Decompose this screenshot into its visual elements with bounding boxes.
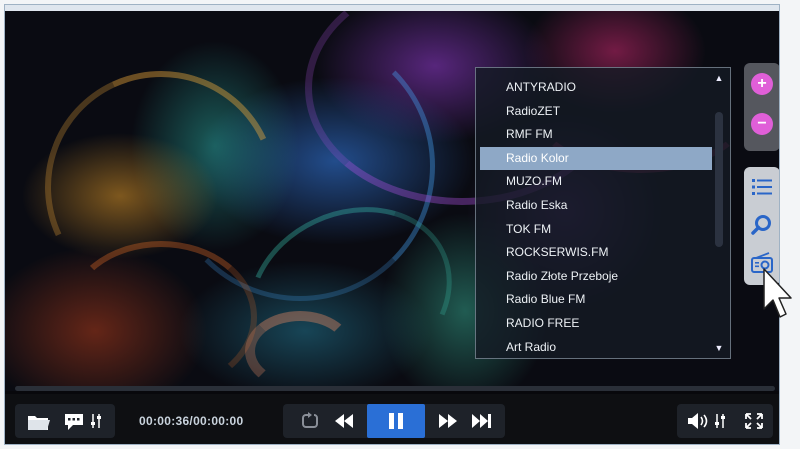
search-icon[interactable] [750, 213, 774, 237]
control-bar: 00:00:36/00:00:00 [5, 394, 779, 444]
zoom-controls: + − [744, 63, 779, 151]
scroll-down-arrow-icon[interactable]: ▼ [712, 342, 726, 354]
pause-button[interactable] [367, 404, 425, 438]
station-list: ANTYRADIO RadioZET RMF FM Radio Kolor MUZO.F… [480, 76, 712, 359]
repeat-icon[interactable] [295, 404, 325, 438]
volume-icon[interactable] [683, 404, 713, 438]
station-item[interactable]: Art Radio [480, 336, 712, 360]
station-item[interactable]: Radio Blue FM [480, 288, 712, 312]
time-display: 00:00:36/00:00:00 [139, 414, 244, 428]
equalizer-icon[interactable] [711, 404, 731, 438]
station-item[interactable]: MUZO.FM [480, 170, 712, 194]
fullscreen-icon[interactable] [739, 404, 769, 438]
station-item[interactable]: ANTYRADIO [480, 76, 712, 100]
seek-bar[interactable] [15, 386, 775, 391]
fast-forward-icon[interactable] [433, 404, 463, 438]
station-item[interactable]: RADIO FREE [480, 312, 712, 336]
open-folder-icon[interactable] [23, 404, 53, 438]
station-item[interactable]: RMF FM [480, 123, 712, 147]
station-list-scrollbar[interactable]: ▲ ▼ [712, 72, 726, 354]
station-item[interactable]: ROCKSERWIS.FM [480, 241, 712, 265]
next-track-icon[interactable] [467, 404, 497, 438]
rewind-icon[interactable] [329, 404, 359, 438]
station-item[interactable]: Radio Eska [480, 194, 712, 218]
left-controls [15, 404, 115, 438]
station-item[interactable]: RadioZET [480, 100, 712, 124]
player-window: ANTYRADIO RadioZET RMF FM Radio Kolor MUZO.F… [4, 4, 780, 445]
scroll-up-arrow-icon[interactable]: ▲ [712, 72, 726, 84]
station-item[interactable]: TOK FM [480, 218, 712, 242]
subtitles-icon[interactable] [59, 404, 89, 438]
station-list-panel: ANTYRADIO RadioZET RMF FM Radio Kolor MUZO.F… [475, 67, 731, 359]
right-controls [677, 404, 773, 438]
side-toolbar: + − [744, 63, 779, 285]
scrollbar-thumb[interactable] [715, 112, 723, 247]
station-item[interactable]: Radio Złote Przeboje [480, 265, 712, 289]
zoom-in-button[interactable]: + [751, 73, 773, 95]
subtitle-settings-icon[interactable] [87, 404, 107, 438]
playlist-icon[interactable] [750, 175, 774, 199]
zoom-out-button[interactable]: − [751, 113, 773, 135]
station-item[interactable]: Radio Kolor [480, 146, 712, 171]
mouse-pointer-icon [762, 267, 796, 327]
playback-controls [283, 404, 505, 438]
